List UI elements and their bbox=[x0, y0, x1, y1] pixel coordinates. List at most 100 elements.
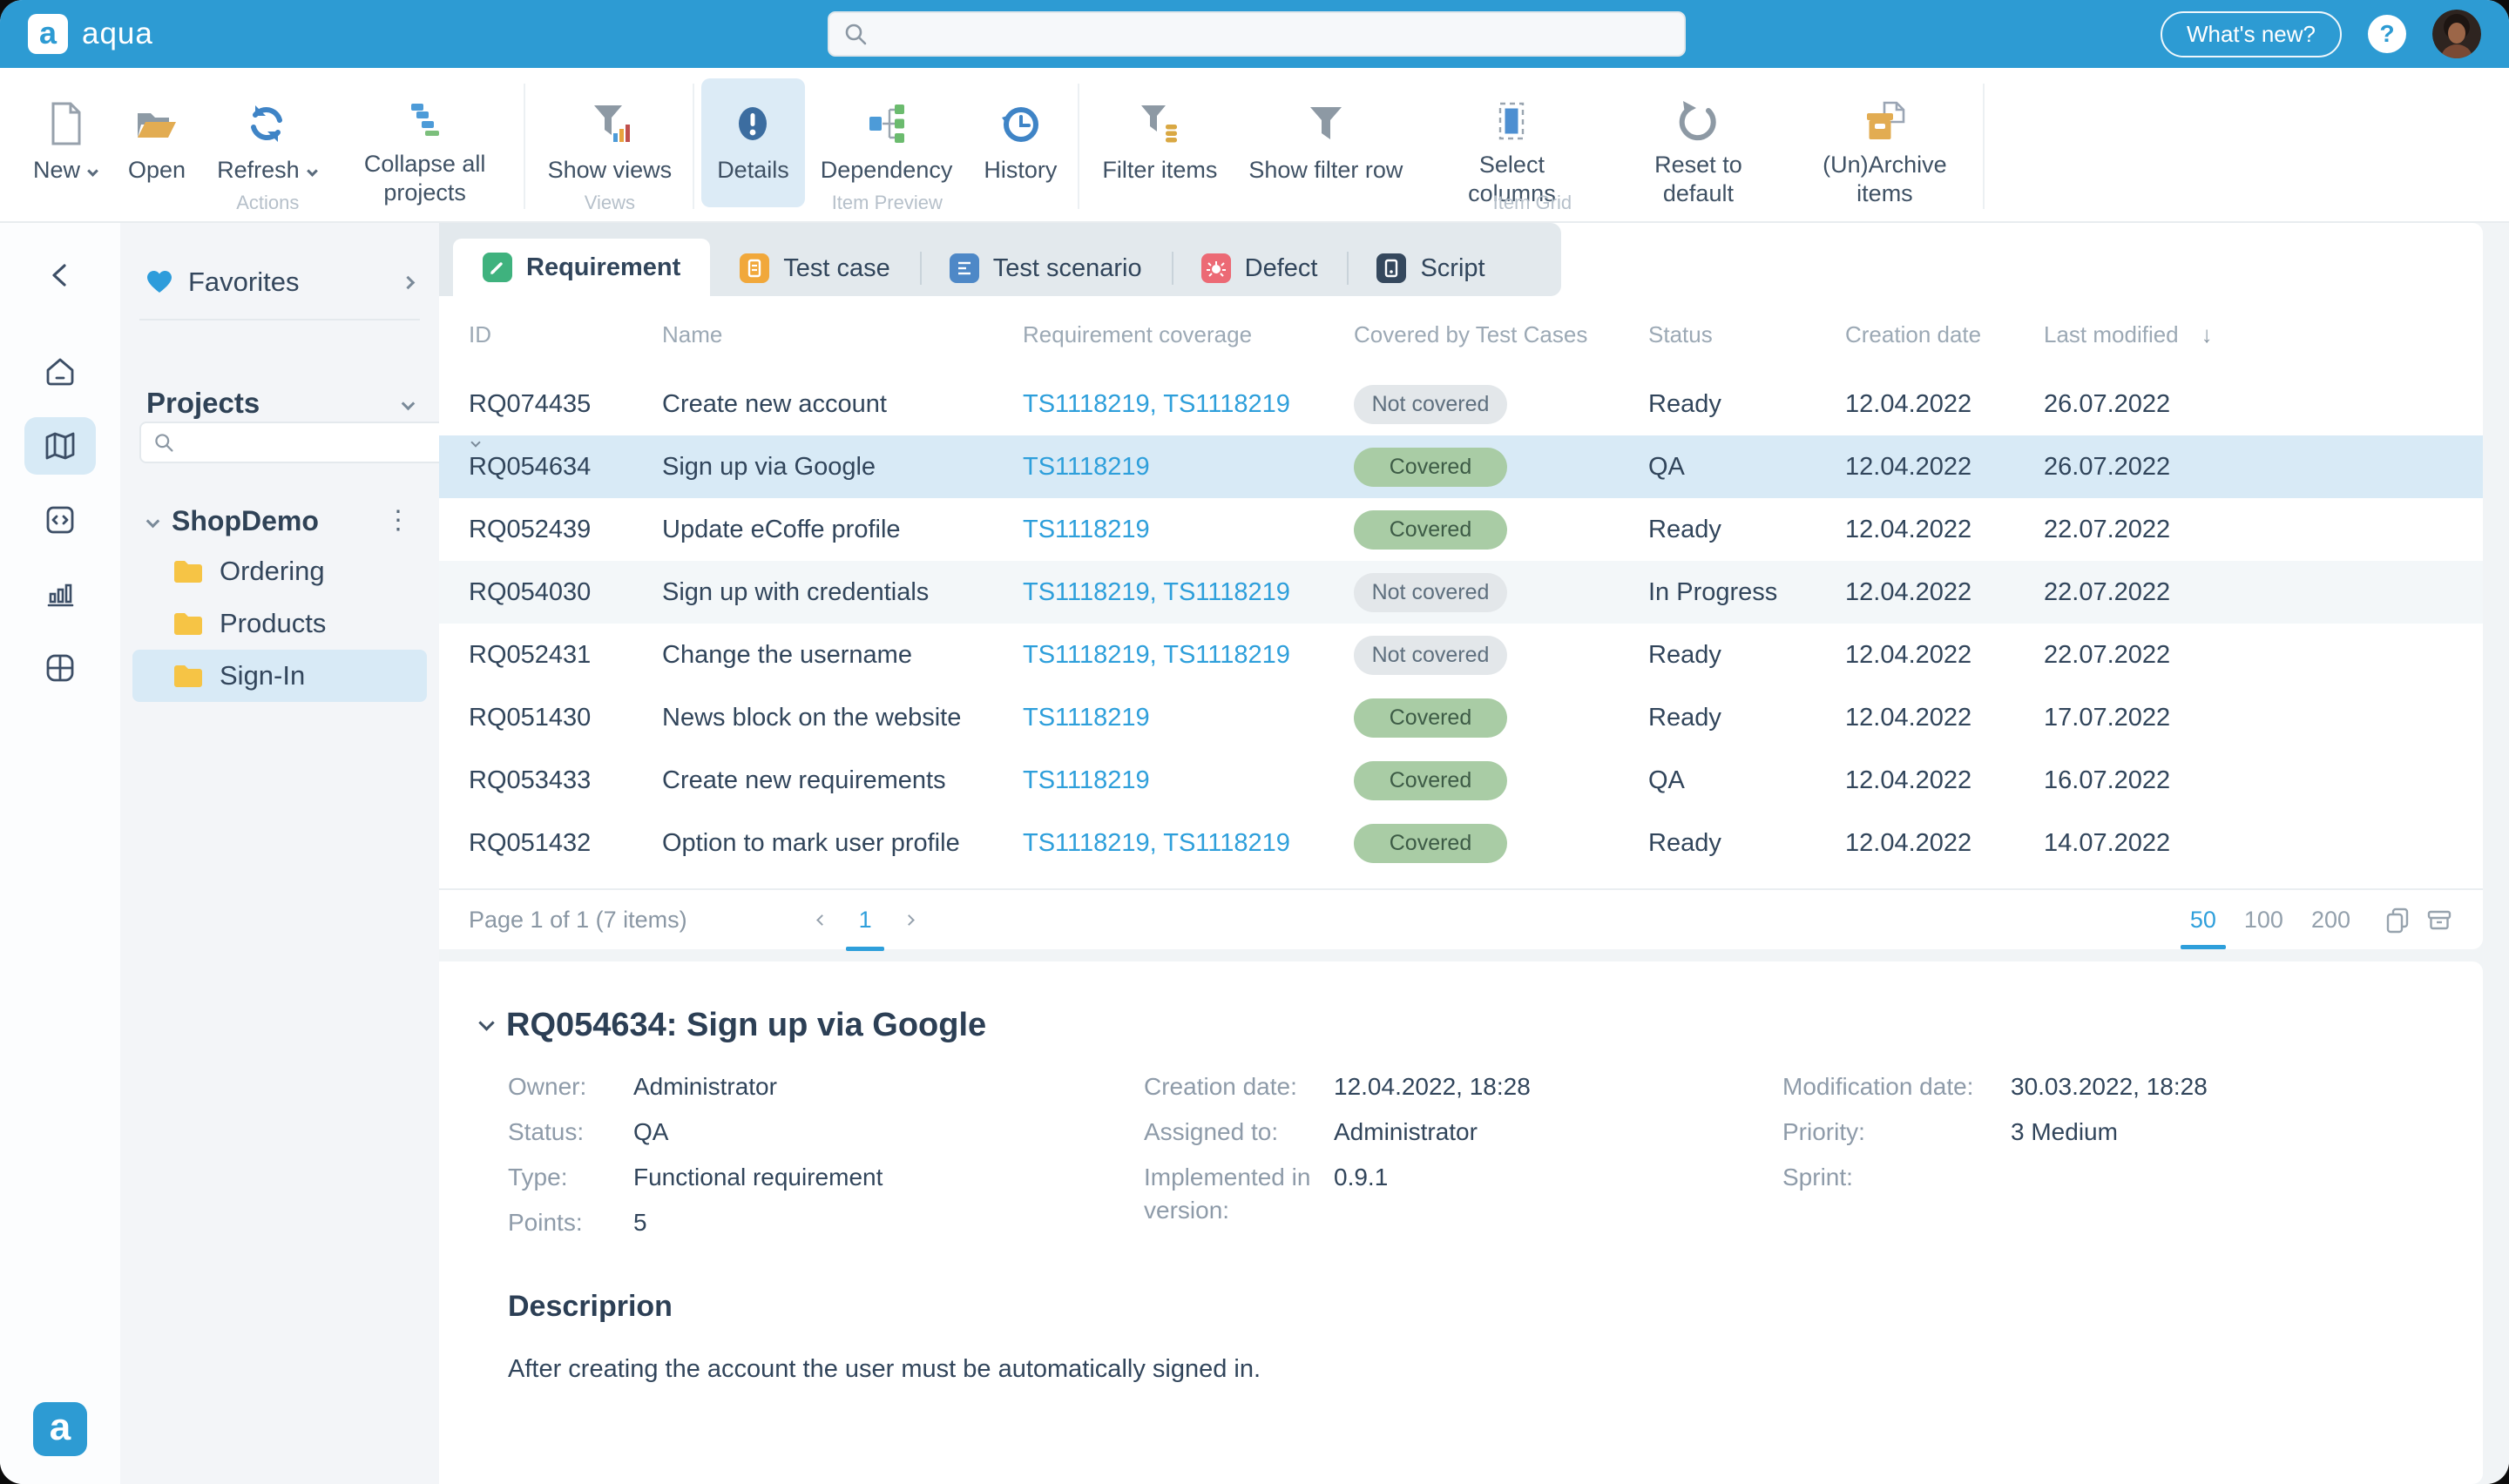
col-status[interactable]: Status bbox=[1648, 321, 1845, 348]
tree-folder-ordering[interactable]: Ordering bbox=[132, 545, 427, 597]
row-covered-cell: Not covered bbox=[1354, 636, 1648, 675]
filter-items-button[interactable]: Filter items bbox=[1086, 78, 1233, 207]
row-coverage-links[interactable]: TS1118219 bbox=[1023, 766, 1354, 795]
description-text: After creating the account the user must… bbox=[508, 1355, 2448, 1384]
tree-folder-sign-in[interactable]: Sign-In bbox=[132, 650, 427, 702]
unarchive-items-button[interactable]: (Un)Archive items bbox=[1791, 78, 1978, 207]
col-name[interactable]: Name bbox=[662, 321, 1023, 348]
sidebar-item-projects[interactable] bbox=[24, 417, 96, 475]
page-size-200[interactable]: 200 bbox=[2311, 907, 2350, 934]
sidebar-item-home[interactable] bbox=[24, 343, 96, 401]
reset-to-default-button[interactable]: Reset to default bbox=[1605, 78, 1791, 207]
col-covered-by-test-cases[interactable]: Covered by Test Cases bbox=[1354, 321, 1648, 348]
prev-page-icon[interactable] bbox=[816, 914, 828, 926]
toolbar-group-views: Show views Views bbox=[525, 68, 695, 221]
show-filter-row-button[interactable]: Show filter row bbox=[1233, 78, 1418, 207]
page-size-50[interactable]: 50 bbox=[2190, 907, 2216, 934]
sidebar-item-reports[interactable] bbox=[24, 565, 96, 623]
new-button[interactable]: New bbox=[17, 78, 112, 207]
archive-icon bbox=[1862, 99, 1907, 143]
table-row[interactable]: RQ074435 Create new account TS1118219, T… bbox=[439, 373, 2483, 435]
table-row[interactable]: RQ054634 Sign up via Google TS1118219 Co… bbox=[439, 435, 2483, 498]
details-header[interactable]: RQ054634: Sign up via Google bbox=[481, 1007, 2448, 1044]
sidebar-item-scripts[interactable] bbox=[24, 491, 96, 549]
copy-icon[interactable] bbox=[2384, 906, 2411, 934]
table-row[interactable]: RQ051432 Option to mark user profile TS1… bbox=[439, 812, 2483, 874]
chevron-right-icon bbox=[402, 275, 416, 289]
user-avatar[interactable] bbox=[2432, 10, 2481, 58]
dependency-button[interactable]: Dependency bbox=[805, 78, 969, 207]
col-last-modified[interactable]: Last modified↓ bbox=[2044, 321, 2453, 348]
global-search[interactable] bbox=[828, 11, 1686, 57]
cards-gap bbox=[439, 949, 2483, 961]
row-id: RQ052439 bbox=[469, 516, 662, 544]
page-number[interactable]: 1 bbox=[855, 907, 876, 934]
toolbar-group-item-preview: Details Dependency History Item Preview bbox=[694, 68, 1079, 221]
table-row[interactable]: RQ052431 Change the username TS1118219, … bbox=[439, 624, 2483, 686]
pagination-bar: Page 1 of 1 (7 items) 1 50 100 200 bbox=[439, 888, 2483, 949]
brand: a aqua bbox=[28, 14, 153, 54]
tree-folder-products[interactable]: Products bbox=[132, 597, 427, 650]
tree-node-shopdemo[interactable]: ShopDemo ⋮ bbox=[139, 496, 420, 545]
sidebar-item-dashboards[interactable] bbox=[24, 639, 96, 697]
row-status: Ready bbox=[1648, 516, 1845, 544]
collapse-panel-button[interactable] bbox=[43, 256, 78, 294]
show-views-button[interactable]: Show views bbox=[532, 78, 688, 207]
covered-badge: Covered bbox=[1354, 824, 1507, 863]
project-search-input[interactable] bbox=[183, 430, 463, 455]
tab-script[interactable]: Script bbox=[1347, 240, 1514, 296]
row-coverage-links[interactable]: TS1118219, TS1118219 bbox=[1023, 578, 1354, 607]
col-id[interactable]: ID bbox=[469, 321, 662, 348]
select-columns-button[interactable]: Select columns bbox=[1418, 78, 1605, 207]
page-size-100[interactable]: 100 bbox=[2244, 907, 2283, 934]
tab-requirement[interactable]: Requirement bbox=[453, 239, 710, 296]
history-button[interactable]: History bbox=[968, 78, 1072, 207]
help-button[interactable]: ? bbox=[2368, 15, 2406, 53]
next-page-icon[interactable] bbox=[903, 914, 915, 926]
refresh-button[interactable]: Refresh bbox=[201, 78, 332, 207]
details-button[interactable]: Details bbox=[701, 78, 805, 207]
row-covered-cell: Covered bbox=[1354, 824, 1648, 863]
row-id: RQ054030 bbox=[469, 578, 662, 607]
projects-header[interactable]: Projects bbox=[139, 383, 420, 423]
col-requirement-coverage[interactable]: Requirement coverage bbox=[1023, 321, 1354, 348]
open-button[interactable]: Open bbox=[112, 78, 201, 207]
row-covered-cell: Not covered bbox=[1354, 385, 1648, 424]
divider bbox=[139, 319, 420, 320]
row-coverage-links[interactable]: TS1118219, TS1118219 bbox=[1023, 390, 1354, 419]
ribbon-toolbar: New Open Refresh Collapse all projects bbox=[0, 68, 2509, 223]
row-status: In Progress bbox=[1648, 578, 1845, 607]
row-creation-date: 12.04.2022 bbox=[1845, 829, 2044, 858]
global-search-input[interactable] bbox=[878, 21, 1670, 48]
reset-icon bbox=[1676, 99, 1720, 143]
group-label-actions: Actions bbox=[10, 192, 525, 214]
tab-test-scenario[interactable]: Test scenario bbox=[920, 240, 1172, 296]
row-coverage-links[interactable]: TS1118219, TS1118219 bbox=[1023, 641, 1354, 670]
field-value: Administrator bbox=[633, 1070, 777, 1103]
archive-box-icon[interactable] bbox=[2425, 906, 2453, 934]
collapse-all-projects-button[interactable]: Collapse all projects bbox=[332, 78, 518, 207]
sort-desc-icon: ↓ bbox=[2201, 321, 2213, 347]
row-coverage-links[interactable]: TS1118219, TS1118219 bbox=[1023, 829, 1354, 858]
table-row[interactable]: RQ053433 Create new requirements TS11182… bbox=[439, 749, 2483, 812]
row-coverage-links[interactable]: TS1118219 bbox=[1023, 453, 1354, 482]
covered-badge: Not covered bbox=[1354, 385, 1507, 424]
table-row[interactable]: RQ054030 Sign up with credentials TS1118… bbox=[439, 561, 2483, 624]
table-row[interactable]: RQ051430 News block on the website TS111… bbox=[439, 686, 2483, 749]
whats-new-button[interactable]: What's new? bbox=[2161, 11, 2342, 57]
kebab-menu-icon[interactable]: ⋮ bbox=[385, 508, 411, 534]
code-icon bbox=[41, 501, 79, 539]
row-coverage-links[interactable]: TS1118219 bbox=[1023, 516, 1354, 544]
col-creation-date[interactable]: Creation date bbox=[1845, 321, 2044, 348]
row-coverage-links[interactable]: TS1118219 bbox=[1023, 704, 1354, 732]
tab-defect[interactable]: Defect bbox=[1172, 240, 1348, 296]
tab-test-case[interactable]: Test case bbox=[710, 240, 920, 296]
row-name: Change the username bbox=[662, 641, 1023, 670]
table-row[interactable]: RQ052439 Update eCoffe profile TS1118219… bbox=[439, 498, 2483, 561]
project-tree-panel: Favorites Projects ShopDemo bbox=[120, 223, 439, 1484]
filter-row-icon bbox=[1306, 99, 1346, 148]
favorites-row[interactable]: Favorites bbox=[139, 258, 420, 307]
dependency-icon bbox=[865, 99, 909, 148]
open-folder-icon bbox=[134, 99, 179, 148]
spacer bbox=[439, 874, 2483, 888]
